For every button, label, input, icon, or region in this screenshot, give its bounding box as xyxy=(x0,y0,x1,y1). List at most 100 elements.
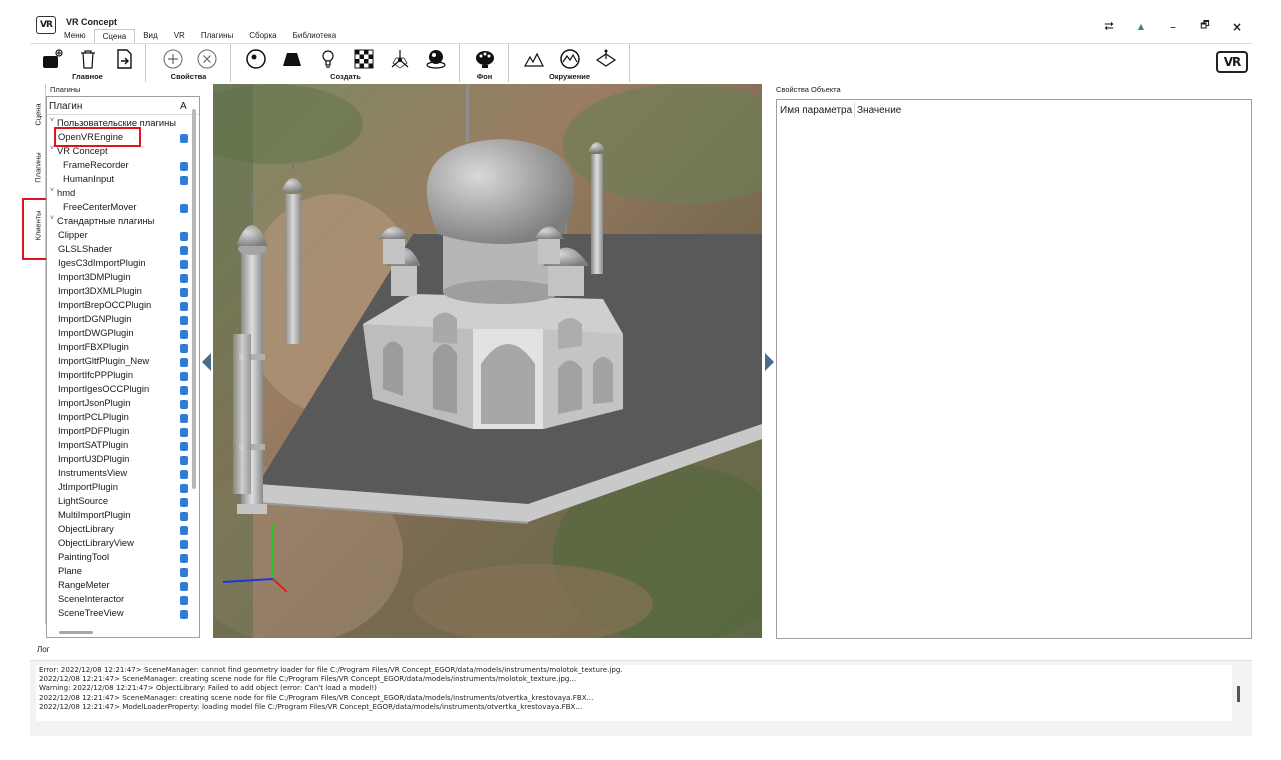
plugin-enabled-checkbox[interactable] xyxy=(180,358,188,367)
maximize-button[interactable]: 🗗 xyxy=(1198,18,1212,35)
plugin-enabled-checkbox[interactable] xyxy=(180,302,188,311)
restore-layout-icon[interactable]: ⮂ xyxy=(1102,19,1116,34)
minimize-button[interactable]: – xyxy=(1166,20,1180,34)
tab-vr[interactable]: VR xyxy=(166,29,193,43)
properties-header-value[interactable]: Значение xyxy=(857,105,901,116)
import-icon[interactable] xyxy=(112,47,136,71)
plugin-row[interactable]: SceneTreeView xyxy=(47,607,191,621)
plugin-row[interactable]: ImportFBXPlugin xyxy=(47,341,191,355)
plugin-enabled-checkbox[interactable] xyxy=(180,610,188,619)
plugin-row[interactable]: Import3DXMLPlugin xyxy=(47,285,191,299)
tab-scene[interactable]: Сцена xyxy=(93,29,136,43)
collapse-right-panel-icon[interactable] xyxy=(765,353,774,371)
plugin-row[interactable]: HumanInput xyxy=(47,173,191,187)
plugin-row[interactable]: ImportIfcPPPlugin xyxy=(47,369,191,383)
header-divider[interactable] xyxy=(854,102,855,118)
tab-plugins[interactable]: Плагины xyxy=(193,29,241,43)
plugin-enabled-checkbox[interactable] xyxy=(180,470,188,479)
plugin-enabled-checkbox[interactable] xyxy=(180,484,188,493)
plugin-enabled-checkbox[interactable] xyxy=(180,400,188,409)
plugin-enabled-checkbox[interactable] xyxy=(180,176,188,185)
plugin-row[interactable]: IgesC3dImportPlugin xyxy=(47,257,191,271)
plugin-enabled-checkbox[interactable] xyxy=(180,498,188,507)
plugin-row[interactable]: Import3DMPlugin xyxy=(47,271,191,285)
plugin-enabled-checkbox[interactable] xyxy=(180,554,188,563)
tab-assembly[interactable]: Сборка xyxy=(241,29,284,43)
collapse-ribbon-icon[interactable]: ▲ xyxy=(1134,22,1148,31)
trash-icon[interactable] xyxy=(76,47,100,71)
tab-view[interactable]: Вид xyxy=(135,29,165,43)
tab-library[interactable]: Библиотека xyxy=(285,29,345,43)
plugin-enabled-checkbox[interactable] xyxy=(180,372,188,381)
trapezoid-icon[interactable] xyxy=(280,47,304,71)
plugin-row[interactable]: ImportGltfPlugin_New xyxy=(47,355,191,369)
checker-icon[interactable] xyxy=(352,47,376,71)
material-icon[interactable] xyxy=(424,47,448,71)
plugin-row[interactable]: ImportPDFPlugin xyxy=(47,425,191,439)
plugins-scrollbar[interactable] xyxy=(192,109,196,489)
plugin-row[interactable]: ImportSATPlugin xyxy=(47,439,191,453)
chevron-down-icon[interactable]: ˅ xyxy=(50,117,54,124)
plugins-header-name[interactable]: Плагин xyxy=(49,101,82,112)
sphere-icon[interactable] xyxy=(244,47,268,71)
light-bulb-icon[interactable] xyxy=(316,47,340,71)
plugin-enabled-checkbox[interactable] xyxy=(180,330,188,339)
environment-icon[interactable] xyxy=(558,47,582,71)
palette-icon[interactable] xyxy=(473,47,497,71)
3d-viewport[interactable] xyxy=(213,84,762,638)
plugin-row[interactable]: ObjectLibraryView xyxy=(47,537,191,551)
plugin-row[interactable]: FreeCenterMover xyxy=(47,201,191,215)
plugin-enabled-checkbox[interactable] xyxy=(180,596,188,605)
plugin-enabled-checkbox[interactable] xyxy=(180,526,188,535)
plugin-enabled-checkbox[interactable] xyxy=(180,204,188,213)
plugins-header-active[interactable]: А xyxy=(180,101,187,112)
plugin-enabled-checkbox[interactable] xyxy=(180,442,188,451)
close-button[interactable]: × xyxy=(1230,20,1244,34)
plugin-enabled-checkbox[interactable] xyxy=(180,260,188,269)
plugin-enabled-checkbox[interactable] xyxy=(180,134,188,143)
axes-icon[interactable] xyxy=(388,47,412,71)
plugin-row[interactable]: PaintingTool xyxy=(47,551,191,565)
plugin-enabled-checkbox[interactable] xyxy=(180,344,188,353)
plugins-horizontal-scrollbar[interactable] xyxy=(59,631,93,634)
plugin-row[interactable]: Clipper xyxy=(47,229,191,243)
plugin-group-row[interactable]: ˅ VR Concept xyxy=(47,145,191,159)
log-output[interactable]: Error: 2022/12/08 12:21:47> SceneManager… xyxy=(36,665,1232,721)
plugin-enabled-checkbox[interactable] xyxy=(180,568,188,577)
plugin-row[interactable]: GLSLShader xyxy=(47,243,191,257)
chevron-down-icon[interactable]: ˅ xyxy=(50,215,54,222)
plugin-row[interactable]: JtImportPlugin xyxy=(47,481,191,495)
plugin-enabled-checkbox[interactable] xyxy=(180,288,188,297)
plugin-row[interactable]: RangeMeter xyxy=(47,579,191,593)
plugin-row[interactable]: ImportU3DPlugin xyxy=(47,453,191,467)
plugin-group-row[interactable]: ˅ Стандартные плагины xyxy=(47,215,191,229)
plugin-enabled-checkbox[interactable] xyxy=(180,428,188,437)
plugin-row[interactable]: ImportDWGPlugin xyxy=(47,327,191,341)
plugin-enabled-checkbox[interactable] xyxy=(180,232,188,241)
plugin-enabled-checkbox[interactable] xyxy=(180,162,188,171)
plugin-row[interactable]: Plane xyxy=(47,565,191,579)
plugin-row[interactable]: ObjectLibrary xyxy=(47,523,191,537)
plugin-row[interactable]: ImportDGNPlugin xyxy=(47,313,191,327)
plugin-enabled-checkbox[interactable] xyxy=(180,540,188,549)
plugin-row[interactable]: ImportBrepOCCPlugin xyxy=(47,299,191,313)
plugin-enabled-checkbox[interactable] xyxy=(180,512,188,521)
terrain-icon[interactable] xyxy=(522,47,546,71)
plugin-enabled-checkbox[interactable] xyxy=(180,414,188,423)
new-scene-icon[interactable] xyxy=(40,47,64,71)
plugin-row[interactable]: ImportPCLPlugin xyxy=(47,411,191,425)
plugin-enabled-checkbox[interactable] xyxy=(180,246,188,255)
plugin-row[interactable]: MultiImportPlugin xyxy=(47,509,191,523)
plane-pointer-icon[interactable] xyxy=(594,47,618,71)
plugin-row[interactable]: InstrumentsView xyxy=(47,467,191,481)
log-scrollbar[interactable] xyxy=(1237,686,1240,702)
side-tab-plugins[interactable]: Плагины xyxy=(30,144,46,190)
chevron-down-icon[interactable]: ˅ xyxy=(50,187,54,194)
properties-header-name[interactable]: Имя параметра xyxy=(780,105,852,116)
plugin-enabled-checkbox[interactable] xyxy=(180,456,188,465)
plugin-row[interactable]: LightSource xyxy=(47,495,191,509)
plugin-enabled-checkbox[interactable] xyxy=(180,582,188,591)
plugin-group-row[interactable]: ˅ hmd xyxy=(47,187,191,201)
plugin-row[interactable]: SceneInteractor xyxy=(47,593,191,607)
plugin-row[interactable]: ImportIgesOCCPlugin xyxy=(47,383,191,397)
